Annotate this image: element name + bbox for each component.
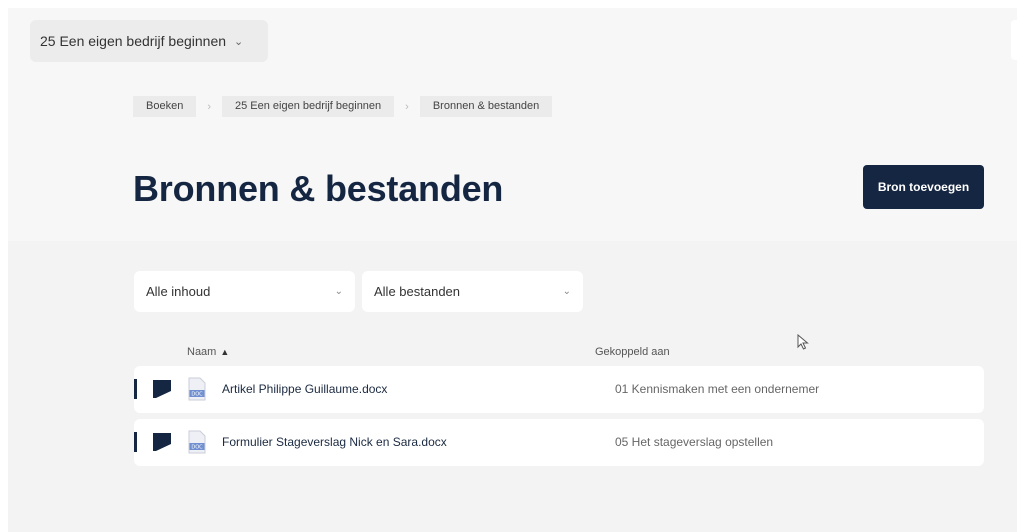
breadcrumb-separator-icon: › <box>207 100 211 113</box>
book-select-dropdown[interactable]: 25 Een eigen bedrijf beginnen ⌄ <box>30 20 268 62</box>
file-name[interactable]: Formulier Stageverslag Nick en Sara.docx <box>222 435 447 449</box>
row-accent-bar <box>134 432 137 452</box>
breadcrumb: Boeken › 25 Een eigen bedrijf beginnen ›… <box>133 96 553 117</box>
breadcrumb-item-books[interactable]: Boeken <box>133 96 197 117</box>
column-header-linked[interactable]: Gekoppeld aan <box>595 346 670 358</box>
svg-text:DOC: DOC <box>191 445 203 451</box>
content-filter-label: Alle inhoud <box>146 284 211 299</box>
row-accent-bar <box>134 379 137 399</box>
page-title: Bronnen & bestanden <box>133 168 504 209</box>
chevron-down-icon: ⌄ <box>562 286 571 297</box>
files-filter-label: Alle bestanden <box>374 284 461 299</box>
book-select-label: 25 Een eigen bedrijf beginnen <box>40 33 227 49</box>
docx-file-icon: DOC <box>188 430 206 454</box>
side-panel-edge <box>1011 20 1017 60</box>
flag-icon[interactable] <box>153 380 171 398</box>
flag-icon[interactable] <box>153 433 171 451</box>
file-name[interactable]: Artikel Philippe Guillaume.docx <box>222 382 387 396</box>
column-header-name-label: Naam <box>187 346 217 358</box>
mouse-pointer-icon <box>797 334 809 350</box>
svg-text:DOC: DOC <box>191 392 203 398</box>
linked-chapter: 05 Het stageverslag opstellen <box>615 435 774 449</box>
app-canvas: 25 Een eigen bedrijf beginnen ⌄ Boeken ›… <box>8 8 1017 532</box>
breadcrumb-item-current: Bronnen & bestanden <box>419 96 553 117</box>
table-row[interactable]: DOC Artikel Philippe Guillaume.docx 01 K… <box>134 366 984 413</box>
column-header-name[interactable]: Naam ▲ <box>187 346 229 358</box>
chevron-down-icon: ⌄ <box>234 35 244 48</box>
chevron-down-icon: ⌄ <box>334 286 343 297</box>
linked-chapter: 01 Kennismaken met een ondernemer <box>615 382 820 396</box>
table-row[interactable]: DOC Formulier Stageverslag Nick en Sara.… <box>134 419 984 466</box>
add-source-button[interactable]: Bron toevoegen <box>863 165 984 209</box>
breadcrumb-item-book[interactable]: 25 Een eigen bedrijf beginnen <box>221 96 395 117</box>
content-filter-dropdown[interactable]: Alle inhoud ⌄ <box>134 271 355 312</box>
docx-file-icon: DOC <box>188 377 206 401</box>
breadcrumb-separator-icon: › <box>405 100 409 113</box>
sort-ascending-icon: ▲ <box>220 347 230 357</box>
files-filter-dropdown[interactable]: Alle bestanden ⌄ <box>362 271 583 312</box>
